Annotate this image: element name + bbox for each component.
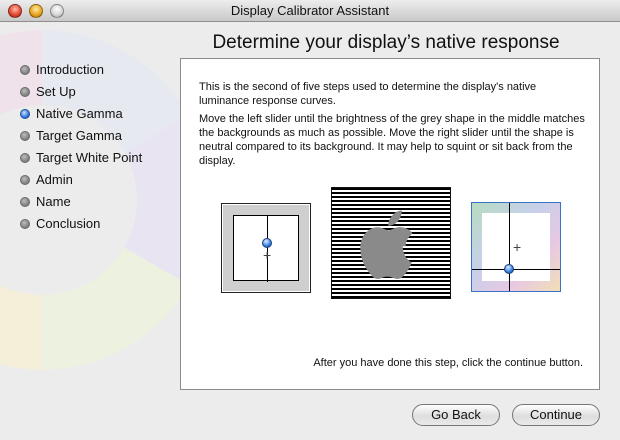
apple-logo-icon [360,210,413,279]
go-back-button[interactable]: Go Back [412,404,500,426]
step-admin: Admin [20,170,142,192]
content-panel: This is the second of five steps used to… [180,58,600,390]
color-slider-track[interactable]: + [472,203,560,291]
step-list: Introduction Set Up Native Gamma Target … [20,60,142,236]
step-introduction: Introduction [20,60,142,82]
step-indicator-icon [20,175,30,185]
step-indicator-icon [20,153,30,163]
title-bar[interactable]: Display Calibrator Assistant [0,0,620,22]
step-target-white-point: Target White Point [20,148,142,170]
color-slider-knob[interactable] [504,264,514,274]
gamma-pattern-box [331,187,451,299]
step-label: Name [36,194,71,209]
continue-hint-text: After you have done this step, click the… [313,357,583,369]
step-label: Target White Point [36,150,143,165]
step-indicator-icon [20,131,30,141]
brightness-slider-track[interactable]: + [233,215,299,282]
slider-vertical-line [509,203,510,291]
slider-horizontal-line [472,269,560,270]
intro-text: This is the second of five steps used to… [199,81,537,107]
page-title: Determine your display’s native response [212,32,560,53]
window-title: Display Calibrator Assistant [230,3,390,18]
crosshair-icon: + [263,247,272,263]
step-label: Native Gamma [36,106,123,121]
step-label: Set Up [36,84,76,99]
brightness-slider-knob[interactable] [262,238,272,248]
step-label: Target Gamma [36,128,122,143]
step-native-gamma: Native Gamma [20,104,142,126]
step-indicator-icon [20,65,30,75]
continue-button[interactable]: Continue [512,404,600,426]
crosshair-icon: + [513,239,522,255]
step-target-gamma: Target Gamma [20,126,142,148]
step-indicator-icon [20,87,30,97]
instructions-text: Move the left slider until the brightnes… [199,113,585,167]
brightness-slider-box[interactable]: + [221,203,311,293]
step-active-indicator-icon [20,109,30,119]
step-name: Name [20,192,142,214]
step-conclusion: Conclusion [20,214,142,236]
color-slider-box[interactable]: + [471,202,561,292]
step-label: Admin [36,172,73,187]
calibrator-window: Display Calibrator Assistant Introductio… [0,0,620,440]
step-indicator-icon [20,219,30,229]
step-indicator-icon [20,197,30,207]
step-label: Conclusion [36,216,101,231]
step-set-up: Set Up [20,82,142,104]
step-label: Introduction [36,62,104,77]
